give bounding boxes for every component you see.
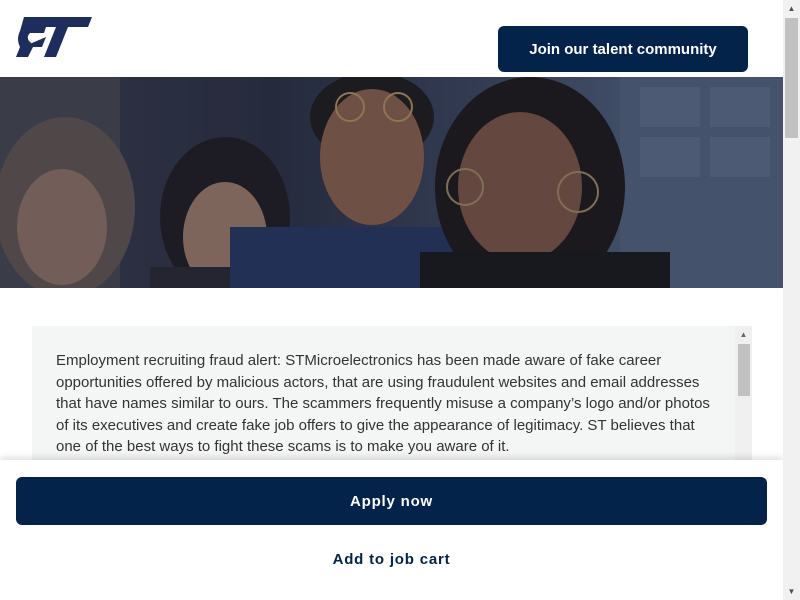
scroll-down-arrow-icon[interactable]: ▼ [783,583,800,600]
join-talent-community-button[interactable]: Join our talent community [498,26,748,72]
alert-scrollbar-thumb[interactable] [738,344,750,396]
page-scrollbar-thumb[interactable] [785,18,798,138]
fraud-alert-text: Employment recruiting fraud alert: STMic… [56,352,710,456]
apply-now-button[interactable]: Apply now [16,477,767,525]
st-logo-icon[interactable] [16,15,92,59]
site-header: Join our talent community [0,0,783,77]
add-to-job-cart-button[interactable]: Add to job cart [16,538,767,580]
people-group-photo [0,77,783,288]
scroll-up-arrow-icon[interactable]: ▲ [783,0,800,17]
hero-banner [0,77,783,288]
bottom-action-bar: Apply now Add to job cart [0,460,783,600]
scroll-up-arrow-icon[interactable]: ▲ [735,328,752,341]
page-scrollbar[interactable]: ▲ ▼ [783,0,800,600]
